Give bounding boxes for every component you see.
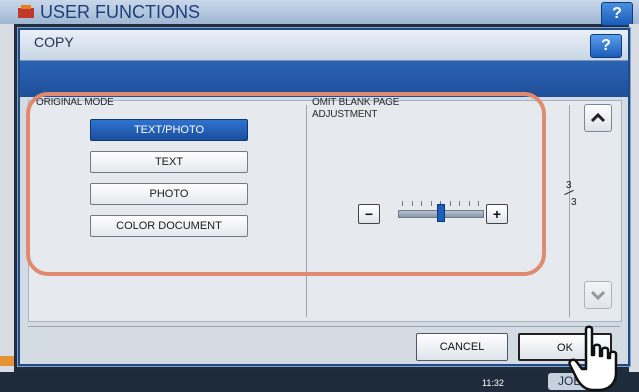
dialog-help-button[interactable]: ? xyxy=(590,34,622,58)
app-title: USER FUNCTIONS xyxy=(40,2,201,22)
page-current: 3 xyxy=(566,180,572,191)
cancel-button[interactable]: CANCEL xyxy=(416,333,508,361)
highlight-outline xyxy=(26,92,546,276)
footer-divider xyxy=(28,326,620,327)
dialog-title-bar: COPY ? xyxy=(20,30,628,61)
background-panel-right xyxy=(629,24,639,392)
hand-cursor-icon xyxy=(568,325,618,392)
column-divider xyxy=(569,105,570,317)
scroll-up-button[interactable] xyxy=(584,104,612,132)
chevron-up-icon xyxy=(590,112,606,123)
chevron-down-icon xyxy=(590,290,606,301)
status-time: 11:32 xyxy=(482,378,504,388)
status-bar xyxy=(0,372,639,392)
dialog-title: COPY xyxy=(34,34,74,50)
background-accent xyxy=(0,356,14,366)
page-total: 3 xyxy=(571,197,577,208)
app-help-button[interactable]: ? xyxy=(601,2,633,26)
scroll-down-button[interactable] xyxy=(584,281,612,309)
background-panel xyxy=(0,24,14,392)
machine-logo-icon xyxy=(18,5,34,18)
